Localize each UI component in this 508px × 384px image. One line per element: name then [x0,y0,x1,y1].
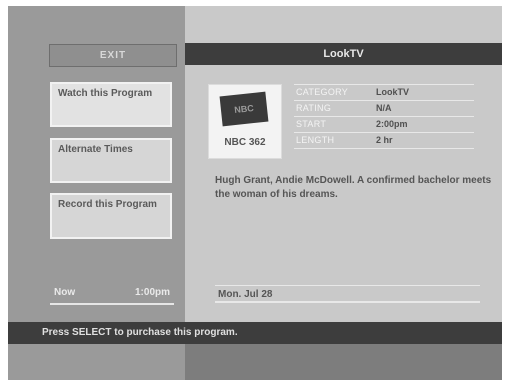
program-description: Hugh Grant, Andie McDowell. A confirmed … [215,175,492,200]
channel-name: NBC 362 [224,137,266,148]
channel-logo: NBC NBC 362 [208,84,282,159]
record-program-button[interactable]: Record this Program [50,193,172,239]
clock-display: Now 1:00pm [50,285,174,305]
info-row-length: LENGTH 2 hr [294,132,474,149]
info-row-category: CATEGORY LookTV [294,84,474,100]
info-label: RATING [296,103,332,113]
info-label: LENGTH [296,135,335,145]
info-value: LookTV [376,87,409,97]
watch-program-button[interactable]: Watch this Program [50,82,172,127]
channel-logo-icon: NBC [219,91,269,127]
clock-day: Now [54,287,76,298]
alternate-times-button[interactable]: Alternate Times [50,138,172,183]
page-title: LookTV [185,43,502,65]
exit-button[interactable]: EXIT [49,44,177,67]
program-info-table: CATEGORY LookTV RATING N/A START 2:00pm … [294,84,474,149]
info-label: CATEGORY [296,87,349,97]
info-value: 2 hr [376,135,393,145]
info-row-start: START 2:00pm [294,116,474,132]
info-value: N/A [376,103,392,113]
info-row-rating: RATING N/A [294,100,474,116]
info-value: 2:00pm [376,119,408,129]
status-bar: Press SELECT to purchase this program. [8,322,502,344]
clock-time: 1:00pm [134,287,170,298]
date-display: Mon. Jul 28 [215,285,480,303]
tv-screen: EXIT LookTV Watch this Program Alternate… [8,6,502,380]
info-label: START [296,119,327,129]
